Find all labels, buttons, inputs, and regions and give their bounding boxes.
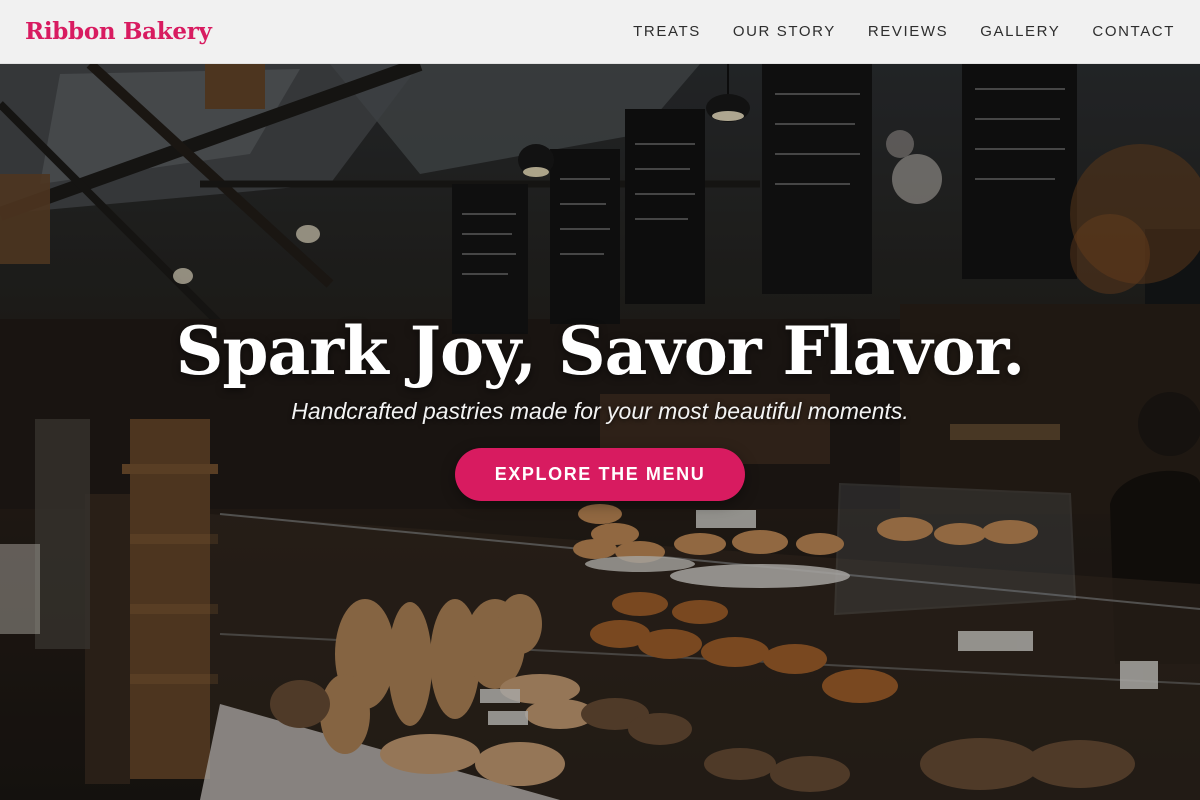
nav-link-our-story[interactable]: OUR STORY bbox=[733, 23, 836, 40]
hero-title: Spark Joy, Savor Flavor. bbox=[175, 312, 1026, 390]
explore-menu-button[interactable]: EXPLORE THE MENU bbox=[455, 448, 745, 501]
hero-subtitle: Handcrafted pastries made for your most … bbox=[291, 398, 909, 424]
nav-link-gallery[interactable]: GALLERY bbox=[980, 23, 1060, 40]
hero-content: Spark Joy, Savor Flavor. Handcrafted pas… bbox=[0, 312, 1200, 501]
site-header: Ribbon Bakery TREATS OUR STORY REVIEWS G… bbox=[0, 0, 1200, 64]
nav-link-treats[interactable]: TREATS bbox=[633, 23, 701, 40]
main-navigation: TREATS OUR STORY REVIEWS GALLERY CONTACT bbox=[601, 23, 1175, 40]
nav-link-contact[interactable]: CONTACT bbox=[1092, 23, 1175, 40]
nav-link-reviews[interactable]: REVIEWS bbox=[868, 23, 948, 40]
brand-logo[interactable]: Ribbon Bakery bbox=[25, 18, 212, 45]
